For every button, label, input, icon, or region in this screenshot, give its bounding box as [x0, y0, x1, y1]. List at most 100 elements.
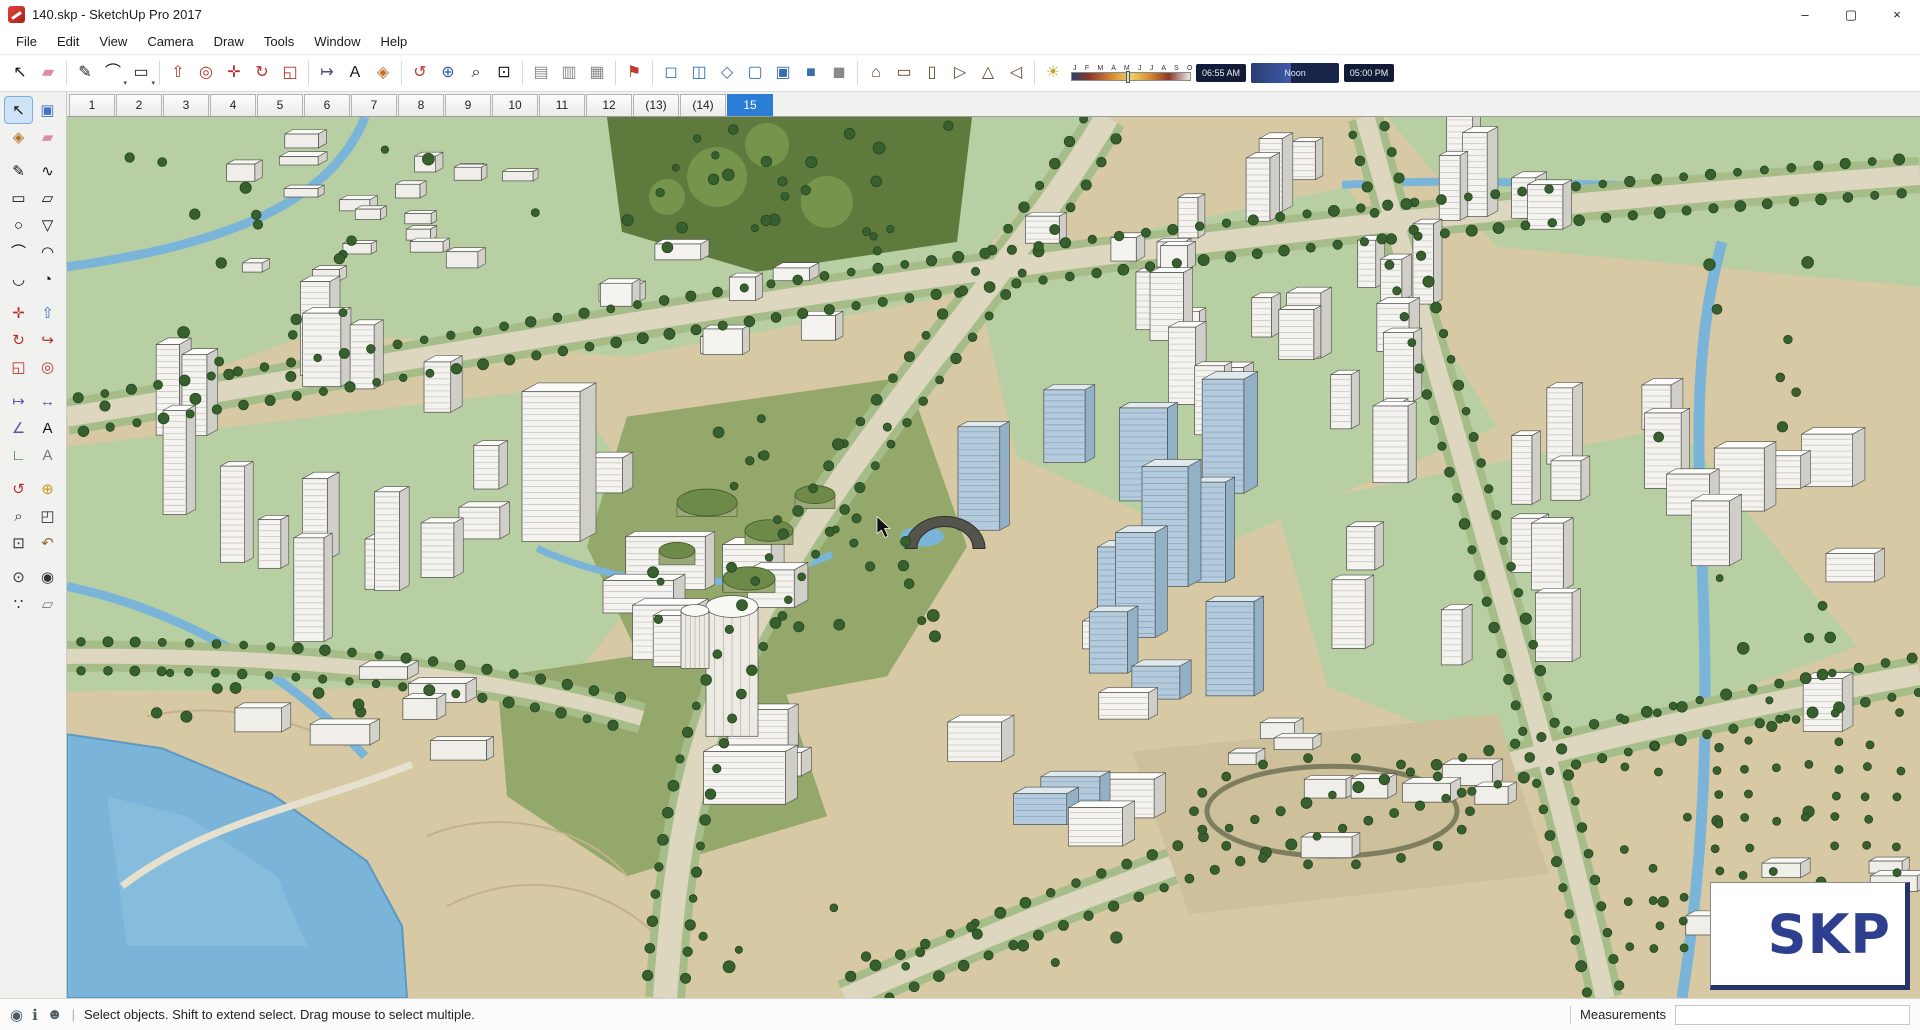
view-iso-button[interactable]: ⌂ [862, 59, 890, 87]
menu-file[interactable]: File [6, 30, 47, 53]
shadow-date-track[interactable] [1071, 71, 1191, 83]
offset-tool-button[interactable]: ◎ [34, 354, 61, 380]
view-back-button[interactable]: △ [974, 59, 1002, 87]
dropdown-arrow-icon[interactable]: ▾ [151, 79, 155, 87]
arc-tool-button[interactable]: ⌒ [5, 239, 32, 265]
arcs-button[interactable]: ⌒ ▾ [99, 59, 127, 88]
previous-tool-button[interactable]: ↶ [34, 530, 61, 556]
menu-window[interactable]: Window [304, 30, 370, 53]
style-back-edges-button[interactable]: ◫ [685, 59, 713, 87]
push-pull-tool-button[interactable]: ⇧ [34, 300, 61, 326]
rotate-tool-button[interactable]: ↻ [5, 327, 32, 353]
section-plane-button[interactable]: ▤ [527, 59, 555, 87]
pie-tool-button[interactable]: ◔ [34, 266, 61, 292]
style-monochrome-button[interactable]: ◼ [825, 59, 853, 87]
shadow-date-handle[interactable] [1126, 71, 1131, 83]
zoom-window-tool-button[interactable]: ◰ [34, 503, 61, 529]
eraser-button[interactable]: ▰ [34, 59, 62, 87]
orbit-button[interactable]: ↺ [406, 59, 434, 87]
scene-tab-2[interactable]: 2 [116, 94, 162, 116]
viewport-scene[interactable]: SKP [67, 116, 1920, 998]
menu-help[interactable]: Help [371, 30, 418, 53]
style-xray-button[interactable]: ◻ [657, 59, 685, 87]
push-pull-button[interactable]: ⇧ [164, 59, 192, 87]
freehand-tool-button[interactable]: ∿ [34, 158, 61, 184]
scene-tab-10[interactable]: 10 [492, 94, 538, 116]
select-button[interactable]: ↖ [6, 59, 34, 87]
scene-tab-12[interactable]: 12 [586, 94, 632, 116]
section-display-button[interactable]: ▦ [583, 59, 611, 87]
close-button[interactable]: × [1874, 0, 1920, 29]
scene-tab-9[interactable]: 9 [445, 94, 491, 116]
walk-tool-button[interactable]: ∵ [5, 591, 32, 617]
offset-button[interactable]: ◎ [192, 59, 220, 87]
axes-tool-button[interactable]: ∟ [5, 442, 32, 468]
tape-measure-tool-button[interactable]: ↦ [5, 388, 32, 414]
polygon-tool-button[interactable]: ▽ [34, 212, 61, 238]
shapes-button[interactable]: ▭ ▾ [127, 59, 155, 88]
menu-view[interactable]: View [89, 30, 137, 53]
style-wireframe-button[interactable]: ◇ [713, 59, 741, 87]
style-shaded-textures-button[interactable]: ■ [797, 59, 825, 87]
shadow-date-slider[interactable]: J F M A M J J A S O N D [1071, 65, 1219, 83]
rectangle-tool-button[interactable]: ▭ [5, 185, 32, 211]
scene-tab-5[interactable]: 5 [257, 94, 303, 116]
style-hidden-line-button[interactable]: ▢ [741, 59, 769, 87]
add-location-button[interactable]: ⚑ [620, 59, 648, 87]
zoom-extents-tool-button[interactable]: ⊡ [5, 530, 32, 556]
scene-tab-3[interactable]: 3 [163, 94, 209, 116]
menu-draw[interactable]: Draw [204, 30, 254, 53]
text-tool-button[interactable]: A [34, 415, 61, 441]
line-button[interactable]: ✎ [71, 59, 99, 87]
line-tool-button[interactable]: ✎ [5, 158, 32, 184]
maximize-button[interactable]: ▢ [1828, 0, 1874, 29]
info-icon[interactable]: ℹ [32, 1006, 38, 1024]
scale-button[interactable]: ◱ [276, 59, 304, 87]
three-point-arc-tool-button[interactable]: ◡ [5, 266, 32, 292]
menu-tools[interactable]: Tools [254, 30, 304, 53]
view-left-button[interactable]: ◁ [1002, 59, 1030, 87]
move-button[interactable]: ✛ [220, 59, 248, 87]
two-point-arc-tool-button[interactable]: ◠ [34, 239, 61, 265]
orbit-tool-button[interactable]: ↺ [5, 476, 32, 502]
look-around-tool-button[interactable]: ◉ [34, 564, 61, 590]
measurements-input[interactable] [1675, 1004, 1910, 1025]
model-render[interactable] [67, 117, 1920, 998]
paint-bucket-tool-button[interactable]: ◈ [5, 124, 32, 150]
make-component-tool-button[interactable]: ▣ [34, 97, 61, 123]
zoom-button[interactable]: ⌕ [462, 59, 490, 87]
view-right-button[interactable]: ▷ [946, 59, 974, 87]
scene-tab-7[interactable]: 7 [351, 94, 397, 116]
protractor-tool-button[interactable]: ∠ [5, 415, 32, 441]
menu-camera[interactable]: Camera [137, 30, 203, 53]
pan-tool-button[interactable]: ⊕ [34, 476, 61, 502]
position-camera-tool-button[interactable]: ⊙ [5, 564, 32, 590]
follow-me-tool-button[interactable]: ↪ [34, 327, 61, 353]
circle-tool-button[interactable]: ○ [5, 212, 32, 238]
view-front-button[interactable]: ▯ [918, 59, 946, 87]
menu-edit[interactable]: Edit [47, 30, 89, 53]
account-icon[interactable]: ☻ [47, 1006, 63, 1024]
scene-tab-14[interactable]: (14) [680, 94, 726, 116]
minimize-button[interactable]: – [1782, 0, 1828, 29]
pan-button[interactable]: ⊕ [434, 59, 462, 87]
scene-tab-6[interactable]: 6 [304, 94, 350, 116]
section-fill-button[interactable]: ▥ [555, 59, 583, 87]
section-plane-tool-button[interactable]: ▱ [34, 591, 61, 617]
shadow-time-slider[interactable]: Noon [1251, 63, 1339, 83]
view-top-button[interactable]: ▭ [890, 59, 918, 87]
move-tool-button[interactable]: ✛ [5, 300, 32, 326]
rotated-rectangle-tool-button[interactable]: ▱ [34, 185, 61, 211]
rotate-button[interactable]: ↻ [248, 59, 276, 87]
zoom-extents-button[interactable]: ⊡ [490, 59, 518, 87]
select-tool-button[interactable]: ↖ [4, 96, 33, 124]
shadows-dialog-button[interactable]: ☀ [1039, 59, 1067, 87]
scale-tool-button[interactable]: ◱ [5, 354, 32, 380]
dimensions-tool-button[interactable]: ↔ [34, 388, 61, 414]
text-button[interactable]: A [341, 59, 369, 87]
scene-tab-15[interactable]: 15 [727, 94, 773, 116]
tape-measure-button[interactable]: ↦ [313, 59, 341, 87]
scene-tab-13[interactable]: (13) [633, 94, 679, 116]
geolocation-icon[interactable]: ◉ [10, 1006, 23, 1024]
eraser-tool-button[interactable]: ▰ [34, 124, 61, 150]
